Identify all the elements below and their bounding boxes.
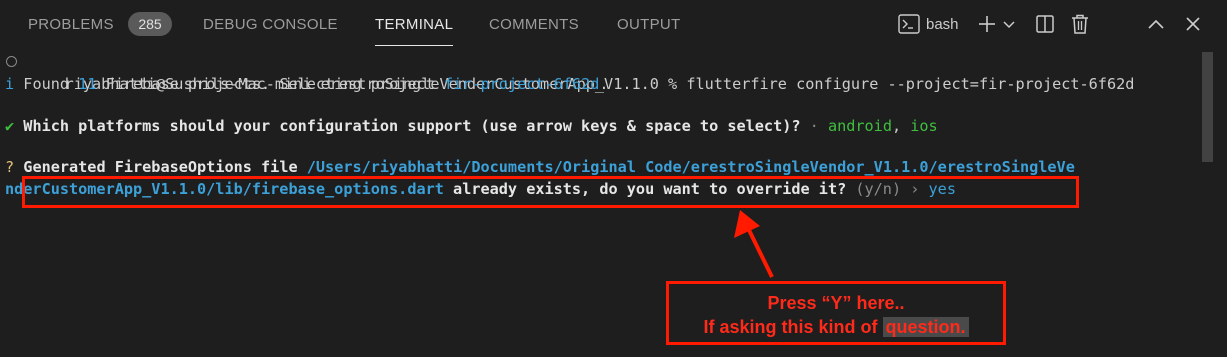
callout-line-1: Press “Y” here.. (767, 293, 905, 313)
annotation-callout: Press “Y” here.. If asking this kind of … (666, 281, 1006, 345)
annotation-arrow (734, 210, 774, 278)
callout-line-2: If asking this kind of question. (669, 316, 1003, 338)
